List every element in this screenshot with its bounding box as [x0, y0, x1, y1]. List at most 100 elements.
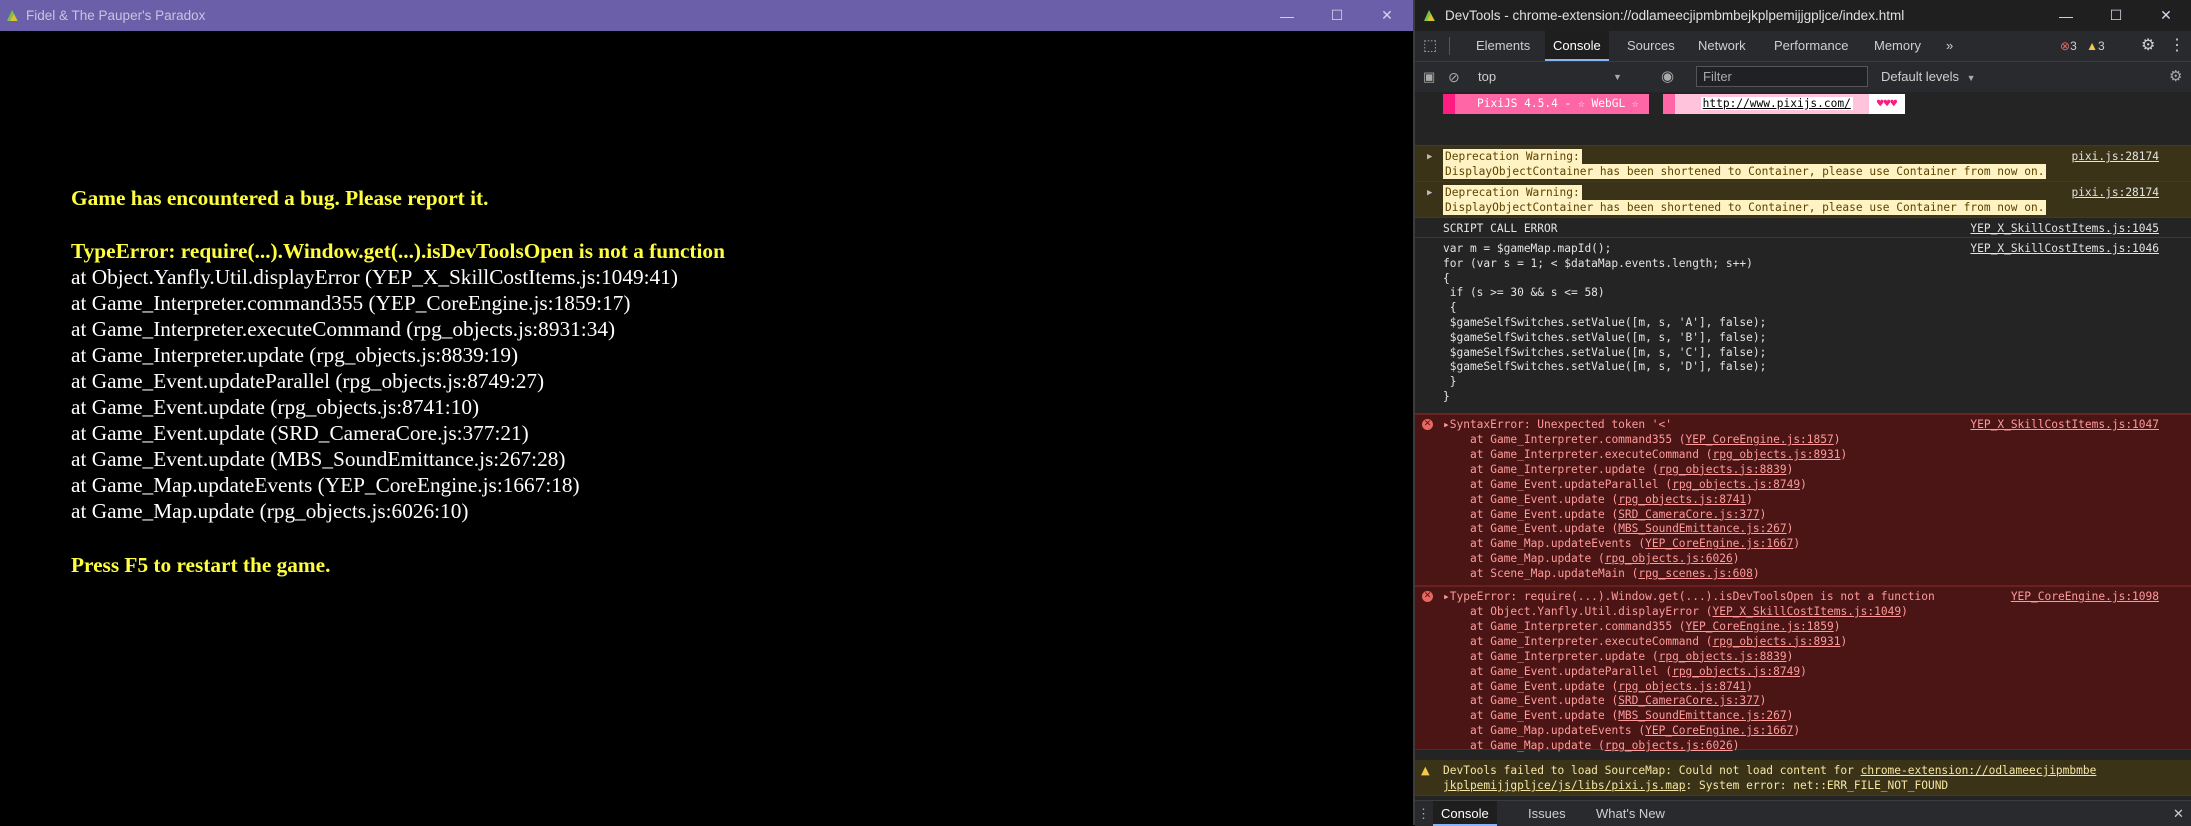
pixi-banner: PixiJS 4.5.4 - ☆ WebGL ☆ http://www.pixij… [1443, 94, 1906, 114]
close-button[interactable]: ✕ [1362, 0, 1412, 31]
stack-frame-link[interactable]: rpg_objects.js:8931 [1712, 635, 1840, 648]
stack-frame: at Game_Interpreter.executeCommand (rpg_… [1470, 447, 1847, 462]
settings-gear-icon[interactable]: ⚙ [2141, 31, 2155, 61]
stack-frame: at Game_Event.update (SRD_CameraCore.js:… [1470, 693, 1766, 708]
error-count: 3 [2070, 39, 2077, 53]
filter-input[interactable] [1696, 66, 1868, 87]
stack-frame-prefix: at Game_Event.update ( [1470, 492, 1619, 506]
minimize-button[interactable]: — [1262, 0, 1312, 31]
code-line: $gameSelfSwitches.setValue([m, s, 'B'], … [1443, 330, 1767, 344]
warning-source-link[interactable]: pixi.js:28174 [2071, 149, 2159, 164]
chevron-down-icon: ▼ [1966, 73, 1976, 83]
tab-sources[interactable]: Sources [1619, 31, 1683, 61]
maximize-button[interactable]: ☐ [1312, 0, 1362, 31]
stack-frame-link[interactable]: YEP_CoreEngine.js:1667 [1645, 724, 1793, 737]
tab-console[interactable]: Console [1545, 31, 1609, 61]
game-window: Fidel & The Pauper's Paradox — ☐ ✕ Game … [0, 0, 1413, 825]
warning-label: Deprecation Warning: [1443, 185, 1582, 200]
eye-icon[interactable]: ◉ [1661, 62, 1674, 92]
more-options-icon[interactable]: ⋮ [2169, 31, 2185, 61]
clear-console-icon[interactable]: ⊘ [1448, 62, 1460, 92]
inspect-element-icon[interactable]: ⬚ [1423, 31, 1437, 61]
show-sidebar-icon[interactable]: ▣ [1423, 62, 1435, 92]
stack-frame-link[interactable]: rpg_objects.js:8741 [1618, 680, 1746, 693]
stack-frame-link[interactable]: MBS_SoundEmittance.js:267 [1618, 709, 1786, 722]
stack-frame-link[interactable]: YEP_CoreEngine.js:1857 [1686, 433, 1834, 446]
stack-frame-link[interactable]: rpg_objects.js:8749 [1672, 665, 1800, 678]
stack-frame-link[interactable]: MBS_SoundEmittance.js:267 [1618, 522, 1786, 535]
devtools-minimize-button[interactable]: — [2041, 0, 2091, 31]
stack-frame-suffix: ) [1759, 694, 1767, 708]
stack-frame-suffix: ) [1833, 619, 1841, 633]
code-line: if (s >= 30 && s <= 58) [1443, 286, 1605, 300]
warning-icon: ▲ [2086, 39, 2098, 53]
stack-frame-prefix: at Game_Map.update ( [1470, 739, 1605, 753]
close-icon: ✕ [1381, 7, 1393, 23]
stack-frame-link[interactable]: YEP_CoreEngine.js:1859 [1686, 620, 1834, 633]
minimize-icon: — [2059, 7, 2073, 24]
stack-frame-suffix: ) [1901, 605, 1908, 618]
close-drawer-icon[interactable]: ✕ [2173, 801, 2184, 826]
stack-frame-link[interactable]: rpg_objects.js:8839 [1659, 650, 1787, 663]
error-source-link[interactable]: YEP_CoreEngine.js:1098 [2011, 589, 2159, 604]
script-source-link[interactable]: YEP_X_SkillCostItems.js:1045 [1970, 221, 2159, 236]
game-error-screen: Game has encountered a bug. Please repor… [0, 31, 1413, 825]
drawer-tab-whats-new[interactable]: What's New [1596, 801, 1665, 826]
tab-performance[interactable]: Performance [1766, 31, 1856, 61]
code-line: { [1443, 301, 1457, 315]
stack-frame-link[interactable]: YEP_CoreEngine.js:1667 [1645, 537, 1793, 550]
stack-frame-link[interactable]: rpg_objects.js:8749 [1672, 478, 1800, 491]
stack-frame-link[interactable]: rpg_objects.js:6026 [1605, 739, 1733, 752]
stack-frame: at Game_Interpreter.update (rpg_objects.… [1470, 649, 1793, 664]
context-selector[interactable]: top ▼ [1478, 62, 1622, 92]
tab-memory[interactable]: Memory [1866, 31, 1929, 61]
stack-frame-link[interactable]: rpg_objects.js:8931 [1712, 448, 1840, 461]
stack-frame-link[interactable]: SRD_CameraCore.js:377 [1618, 508, 1759, 521]
stack-frame-link[interactable]: rpg_scenes.js:608 [1638, 567, 1753, 580]
close-icon: ✕ [2160, 7, 2172, 23]
warning-source-link[interactable]: pixi.js:28174 [2071, 185, 2159, 200]
script-source-link[interactable]: YEP_X_SkillCostItems.js:1046 [1970, 241, 2159, 256]
minimize-icon: — [1280, 7, 1294, 24]
sourcemap-warning-line1: DevTools failed to load SourceMap: Could… [1443, 763, 2096, 778]
tab-elements[interactable]: Elements [1468, 31, 1538, 61]
stack-frame-link[interactable]: YEP_X_SkillCostItems.js:1049 [1712, 605, 1901, 618]
script-call-error-label-row: SCRIPT CALL ERROR YEP_X_SkillCostItems.js… [1415, 218, 2191, 238]
error-source-link[interactable]: YEP_X_SkillCostItems.js:1047 [1970, 417, 2159, 432]
stack-frame-link[interactable]: rpg_objects.js:8741 [1618, 493, 1746, 506]
stack-frame: at Game_Event.update (MBS_SoundEmittance… [1470, 708, 1793, 723]
expand-triangle-icon[interactable]: ▶ [1427, 150, 1432, 165]
drawer-menu-icon[interactable]: ⋮ [1417, 801, 1430, 826]
error-message[interactable]: ▸TypeError: require(...).Window.get(...)… [1443, 589, 1935, 604]
error-message[interactable]: ▸SyntaxError: Unexpected token '<' [1443, 417, 1672, 432]
more-tabs-button[interactable]: » [1938, 31, 1961, 61]
stack-frame-suffix: ) [1786, 709, 1794, 723]
stack-frame-link[interactable]: rpg_objects.js:6026 [1605, 552, 1733, 565]
stack-frame-prefix: at Game_Interpreter.executeCommand ( [1470, 447, 1713, 461]
chevron-down-icon: ▼ [1613, 72, 1622, 82]
sourcemap-link[interactable]: chrome-extension://odlameecjipmbmbe [1861, 764, 2097, 777]
sourcemap-link[interactable]: jkplpemijjgpljce/js/libs/pixi.js.map [1443, 779, 1685, 792]
tab-network[interactable]: Network [1690, 31, 1754, 61]
stack-frame-prefix: at Game_Interpreter.command355 ( [1470, 619, 1686, 633]
stack-frame: at Game_Event.updateParallel (rpg_object… [1470, 477, 1807, 492]
devtools-maximize-button[interactable]: ☐ [2091, 0, 2141, 31]
expand-triangle-icon[interactable]: ▶ [1427, 186, 1432, 201]
stack-trace-line: at Game_Event.update (MBS_SoundEmittance… [71, 447, 566, 471]
stack-frame-link[interactable]: rpg_objects.js:8839 [1659, 463, 1787, 476]
stack-frame-suffix: ) [1786, 522, 1794, 536]
warning-count: 3 [2097, 39, 2105, 53]
devtools-close-button[interactable]: ✕ [2141, 0, 2191, 31]
sourcemap-suffix: : System error: net::ERR_FILE_NOT_FOUND [1685, 779, 1949, 792]
drawer-tab-issues[interactable]: Issues [1528, 801, 1566, 826]
stack-frame-link[interactable]: SRD_CameraCore.js:377 [1618, 694, 1759, 707]
pixi-url-link[interactable]: http://www.pixijs.com/ [1700, 97, 1853, 110]
console-settings-gear-icon[interactable]: ⚙ [2169, 62, 2182, 92]
error-icon: ⊗ [2060, 39, 2071, 53]
error-count-badge[interactable]: ⊗3 ▲3 [2060, 31, 2105, 61]
stack-frame-prefix: at Game_Map.update ( [1470, 552, 1605, 566]
stack-frame-suffix: ) [1786, 649, 1794, 663]
stack-frame: at Game_Event.update (SRD_CameraCore.js:… [1470, 507, 1766, 522]
log-levels-dropdown[interactable]: Default levels ▼ [1881, 62, 1976, 92]
drawer-tab-console[interactable]: Console [1433, 801, 1497, 826]
